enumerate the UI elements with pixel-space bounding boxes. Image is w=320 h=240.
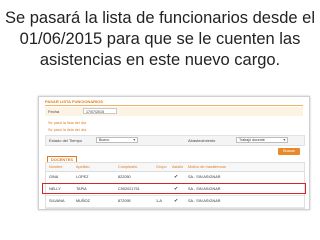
- attendance-checkbox[interactable]: ✔: [174, 199, 179, 204]
- supply-label: Abastecimiento: [188, 138, 216, 143]
- table-row: NELLY TAPIA C902021751 ✔ SA - SIN ASIGNA…: [46, 184, 304, 196]
- cell-motivo[interactable]: SA - SIN ASIGNAR: [188, 172, 221, 183]
- table-row: GINA LOPEZ 822050 ✔ SA - SIN ASIGNAR: [46, 172, 304, 184]
- cell-apellido: LOPEZ: [76, 175, 89, 179]
- header-asistio[interactable]: Asistió: [172, 163, 183, 171]
- slide-title-line-3: asistencias en este nuevo cargo.: [39, 51, 281, 69]
- weather-select[interactable]: Bueno ▼: [96, 137, 138, 143]
- filter-row: Estado del Tiempo Bueno ▼ Abastecimiento…: [45, 135, 305, 146]
- cell-nombre: NELLY: [49, 187, 61, 191]
- panel-title: PASAR LISTA FUNCIONARIOS: [45, 99, 103, 104]
- cell-apellido: TAPIA: [76, 187, 87, 191]
- teachers-table: Nombre Apellido Cumpleaño Grupo Asistió …: [45, 162, 305, 209]
- slide-title-line-1: Se pasará la lista de funcionarios desde…: [4, 9, 316, 27]
- header-nombre[interactable]: Nombre: [49, 163, 63, 171]
- cell-nombre: SILVANA: [49, 199, 65, 203]
- header-grupo[interactable]: Grupo: [156, 163, 167, 171]
- cell-cumple: C902021751: [118, 187, 140, 191]
- section-text-2: Se pasó la lista del día: [48, 128, 87, 132]
- header-motivo[interactable]: Motivo de Inasistencia: [188, 163, 226, 171]
- chevron-down-icon: ▼: [132, 138, 136, 142]
- cell-grupo: 1-A: [156, 199, 162, 203]
- cell-nombre: GINA: [49, 175, 59, 179]
- supply-select-value: Trabajó docente: [239, 138, 265, 142]
- cell-motivo[interactable]: SA - SIN ASIGNAR: [188, 196, 221, 207]
- search-button[interactable]: Buscar: [278, 148, 300, 155]
- slide-title: Se pasará la lista de funcionarios desde…: [0, 8, 320, 71]
- section-text-1: Se pasó la lista del día: [48, 121, 87, 125]
- date-field[interactable]: 17/07/2015: [83, 108, 117, 114]
- cell-cumple: 872095: [118, 199, 131, 203]
- cell-cumple: 822050: [118, 175, 131, 179]
- chevron-down-icon: ▼: [282, 138, 286, 142]
- cell-motivo[interactable]: SA - SIN ASIGNAR: [188, 184, 221, 195]
- attendance-checkbox[interactable]: ✔: [174, 187, 179, 192]
- attendance-checkbox[interactable]: ✔: [174, 175, 179, 180]
- supply-select[interactable]: Trabajó docente ▼: [236, 137, 288, 143]
- attendance-screenshot: PASAR LISTA FUNCIONARIOS Fecha 17/07/201…: [38, 96, 310, 210]
- table-header: Nombre Apellido Cumpleaño Grupo Asistió …: [46, 163, 304, 172]
- weather-select-value: Bueno: [99, 138, 110, 142]
- header-apellido[interactable]: Apellido: [76, 163, 90, 171]
- cell-apellido: MUÑOZ: [76, 199, 90, 203]
- panel-title-divider: [45, 105, 303, 106]
- header-cumple[interactable]: Cumpleaño: [118, 163, 137, 171]
- date-row: Fecha 17/07/2015: [45, 107, 303, 116]
- slide-title-line-2: 01/06/2015 para que se le cuenten las: [19, 30, 301, 48]
- table-row: SILVANA MUÑOZ 872095 1-A ✔ SA - SIN ASIG…: [46, 196, 304, 208]
- weather-label: Estado del Tiempo: [49, 138, 83, 143]
- date-label: Fecha: [48, 109, 60, 114]
